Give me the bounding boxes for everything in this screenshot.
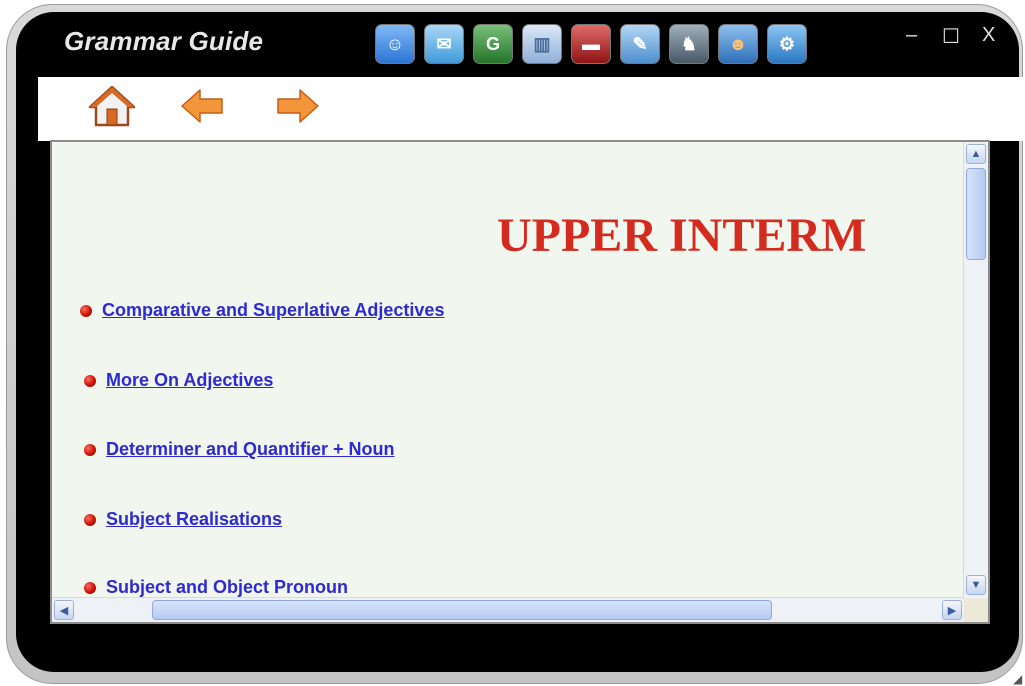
horizontal-scroll-thumb[interactable] bbox=[152, 600, 772, 620]
forward-button[interactable] bbox=[270, 83, 322, 129]
bullet-icon bbox=[84, 581, 96, 594]
chat-icon[interactable]: ☺ bbox=[375, 24, 415, 64]
vertical-scrollbar[interactable]: ▲ ▼ bbox=[963, 142, 988, 597]
bullet-icon bbox=[80, 304, 92, 317]
resize-grip-icon[interactable]: ◢ bbox=[1013, 672, 1025, 686]
list-item: Determiner and Quantifier + Noun bbox=[84, 439, 395, 460]
content-frame: UPPER INTERM Comparative and Superlative… bbox=[50, 140, 990, 624]
scroll-left-button[interactable]: ◀ bbox=[54, 600, 74, 620]
puzzle-icon[interactable]: ♞ bbox=[669, 24, 709, 64]
list-item: Subject and Object Pronoun bbox=[84, 577, 348, 598]
settings-icon[interactable]: ⚙ bbox=[767, 24, 807, 64]
mail-icon[interactable]: ✉ bbox=[424, 24, 464, 64]
forward-arrow-icon bbox=[277, 89, 319, 123]
scroll-right-button[interactable]: ▶ bbox=[942, 600, 962, 620]
list-item: Comparative and Superlative Adjectives bbox=[80, 300, 444, 321]
vertical-scroll-thumb[interactable] bbox=[966, 168, 986, 260]
bullet-icon bbox=[84, 374, 96, 387]
minimize-button[interactable]: – bbox=[906, 24, 917, 47]
maximize-button[interactable]: ☐ bbox=[942, 24, 960, 49]
topic-link[interactable]: Subject Realisations bbox=[106, 509, 282, 530]
home-button[interactable] bbox=[86, 83, 138, 129]
topic-link[interactable]: Comparative and Superlative Adjectives bbox=[102, 300, 444, 321]
horizontal-scrollbar[interactable]: ◀ ▶ bbox=[52, 597, 964, 622]
back-button[interactable] bbox=[178, 83, 230, 129]
back-arrow-icon bbox=[181, 89, 223, 123]
dictionary-icon[interactable]: ▬ bbox=[571, 24, 611, 64]
topic-link[interactable]: Determiner and Quantifier + Noun bbox=[106, 439, 395, 460]
bullet-icon bbox=[84, 443, 96, 456]
topic-link[interactable]: Subject and Object Pronoun bbox=[106, 577, 348, 598]
app-title: Grammar Guide bbox=[64, 26, 264, 56]
teacher-icon[interactable]: ☻ bbox=[718, 24, 758, 64]
book-open-icon[interactable]: ▥ bbox=[522, 24, 562, 64]
home-icon bbox=[88, 85, 136, 127]
close-button[interactable]: X bbox=[982, 24, 995, 47]
scroll-down-button[interactable]: ▼ bbox=[966, 575, 986, 595]
list-item: Subject Realisations bbox=[84, 509, 282, 530]
bullet-icon bbox=[84, 513, 96, 526]
scrollbar-corner bbox=[964, 598, 988, 622]
scroll-up-button[interactable]: ▲ bbox=[966, 144, 986, 164]
abc-icon[interactable]: ✎ bbox=[620, 24, 660, 64]
level-heading: UPPER INTERM bbox=[497, 209, 867, 262]
grammar-student-icon[interactable]: G bbox=[473, 24, 513, 64]
topic-link[interactable]: More On Adjectives bbox=[106, 370, 273, 391]
list-item: More On Adjectives bbox=[84, 370, 273, 391]
nav-bar bbox=[38, 77, 1025, 141]
